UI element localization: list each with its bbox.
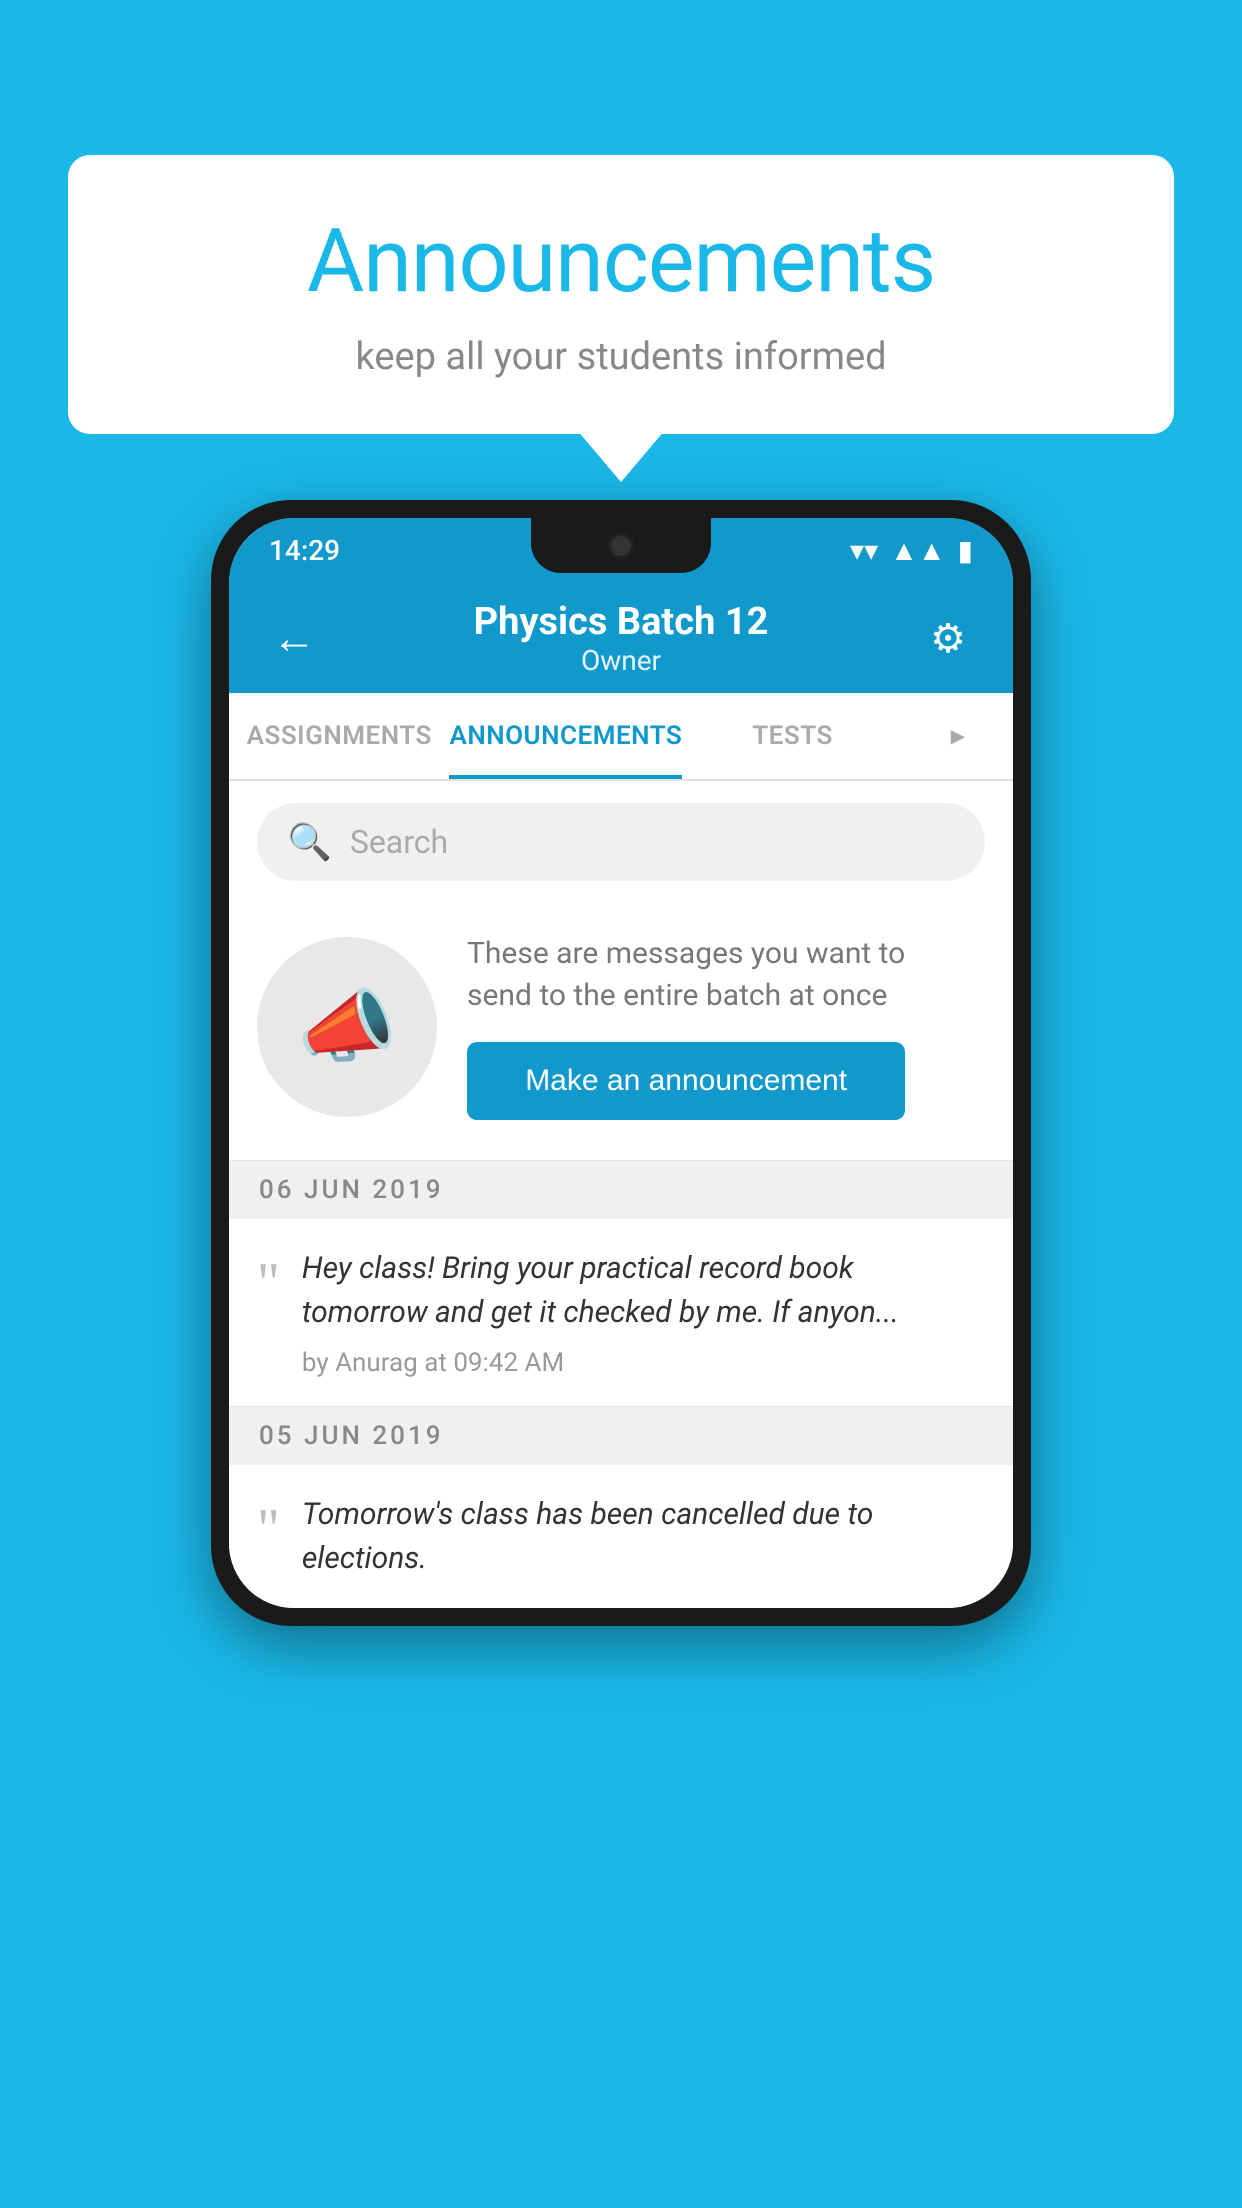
battery-icon: ▮ — [958, 534, 973, 567]
app-bar: ← Physics Batch 12 Owner ⚙ — [229, 583, 1013, 693]
back-button[interactable]: ← — [264, 612, 324, 664]
tab-bar: ASSIGNMENTS ANNOUNCEMENTS TESTS ▸ — [229, 693, 1013, 781]
search-bar[interactable]: 🔍 Search — [257, 803, 985, 881]
tab-more[interactable]: ▸ — [903, 693, 1013, 779]
announcement-text-wrap-1: Hey class! Bring your practical record b… — [302, 1247, 985, 1378]
speech-bubble-subtitle: keep all your students informed — [128, 335, 1114, 379]
quote-icon-2: " — [257, 1501, 280, 1580]
app-bar-subtitle: Owner — [324, 644, 918, 677]
date-separator-2: 05 JUN 2019 — [229, 1407, 1013, 1465]
make-announcement-button[interactable]: Make an announcement — [467, 1042, 905, 1120]
promo-section: 📣 These are messages you want tosend to … — [229, 903, 1013, 1161]
tab-assignments[interactable]: ASSIGNMENTS — [229, 693, 449, 779]
announcement-item-1: " Hey class! Bring your practical record… — [229, 1219, 1013, 1407]
tab-announcements[interactable]: ANNOUNCEMENTS — [449, 693, 682, 779]
status-time: 14:29 — [269, 534, 340, 567]
screen-content: 🔍 Search 📣 These are messages you want t… — [229, 781, 1013, 1608]
announcement-meta-1: by Anurag at 09:42 AM — [302, 1348, 985, 1378]
promo-text-section: These are messages you want tosend to th… — [467, 933, 905, 1120]
phone-notch — [531, 518, 711, 573]
announcement-item-2: " Tomorrow's class has been cancelled du… — [229, 1465, 1013, 1608]
speech-bubble: Announcements keep all your students inf… — [68, 155, 1174, 434]
announcement-text-wrap-2: Tomorrow's class has been cancelled due … — [302, 1493, 985, 1580]
quote-icon-1: " — [257, 1255, 280, 1378]
search-placeholder: Search — [350, 823, 448, 861]
status-icons: ▾▾ ▲▲ ▮ — [850, 534, 973, 567]
announcement-text-1: Hey class! Bring your practical record b… — [302, 1247, 985, 1334]
date-separator-1: 06 JUN 2019 — [229, 1161, 1013, 1219]
wifi-icon: ▾▾ — [850, 534, 878, 567]
tab-tests[interactable]: TESTS — [682, 693, 902, 779]
settings-button[interactable]: ⚙ — [918, 615, 978, 662]
promo-description: These are messages you want tosend to th… — [467, 933, 905, 1017]
speech-bubble-title: Announcements — [128, 210, 1114, 313]
app-bar-title: Physics Batch 12 — [324, 600, 918, 644]
megaphone-icon: 📣 — [297, 980, 397, 1074]
phone-outer: 14:29 ▾▾ ▲▲ ▮ ← Physics Batch 12 Owner ⚙ — [211, 500, 1031, 1626]
phone-screen: 14:29 ▾▾ ▲▲ ▮ ← Physics Batch 12 Owner ⚙ — [229, 518, 1013, 1608]
search-icon: 🔍 — [287, 821, 332, 863]
promo-icon-circle: 📣 — [257, 937, 437, 1117]
phone-camera — [608, 533, 634, 559]
app-bar-center: Physics Batch 12 Owner — [324, 600, 918, 677]
speech-bubble-container: Announcements keep all your students inf… — [68, 155, 1174, 434]
signal-icon: ▲▲ — [890, 534, 945, 567]
announcement-text-2: Tomorrow's class has been cancelled due … — [302, 1493, 985, 1580]
phone-wrapper: 14:29 ▾▾ ▲▲ ▮ ← Physics Batch 12 Owner ⚙ — [211, 500, 1031, 1626]
